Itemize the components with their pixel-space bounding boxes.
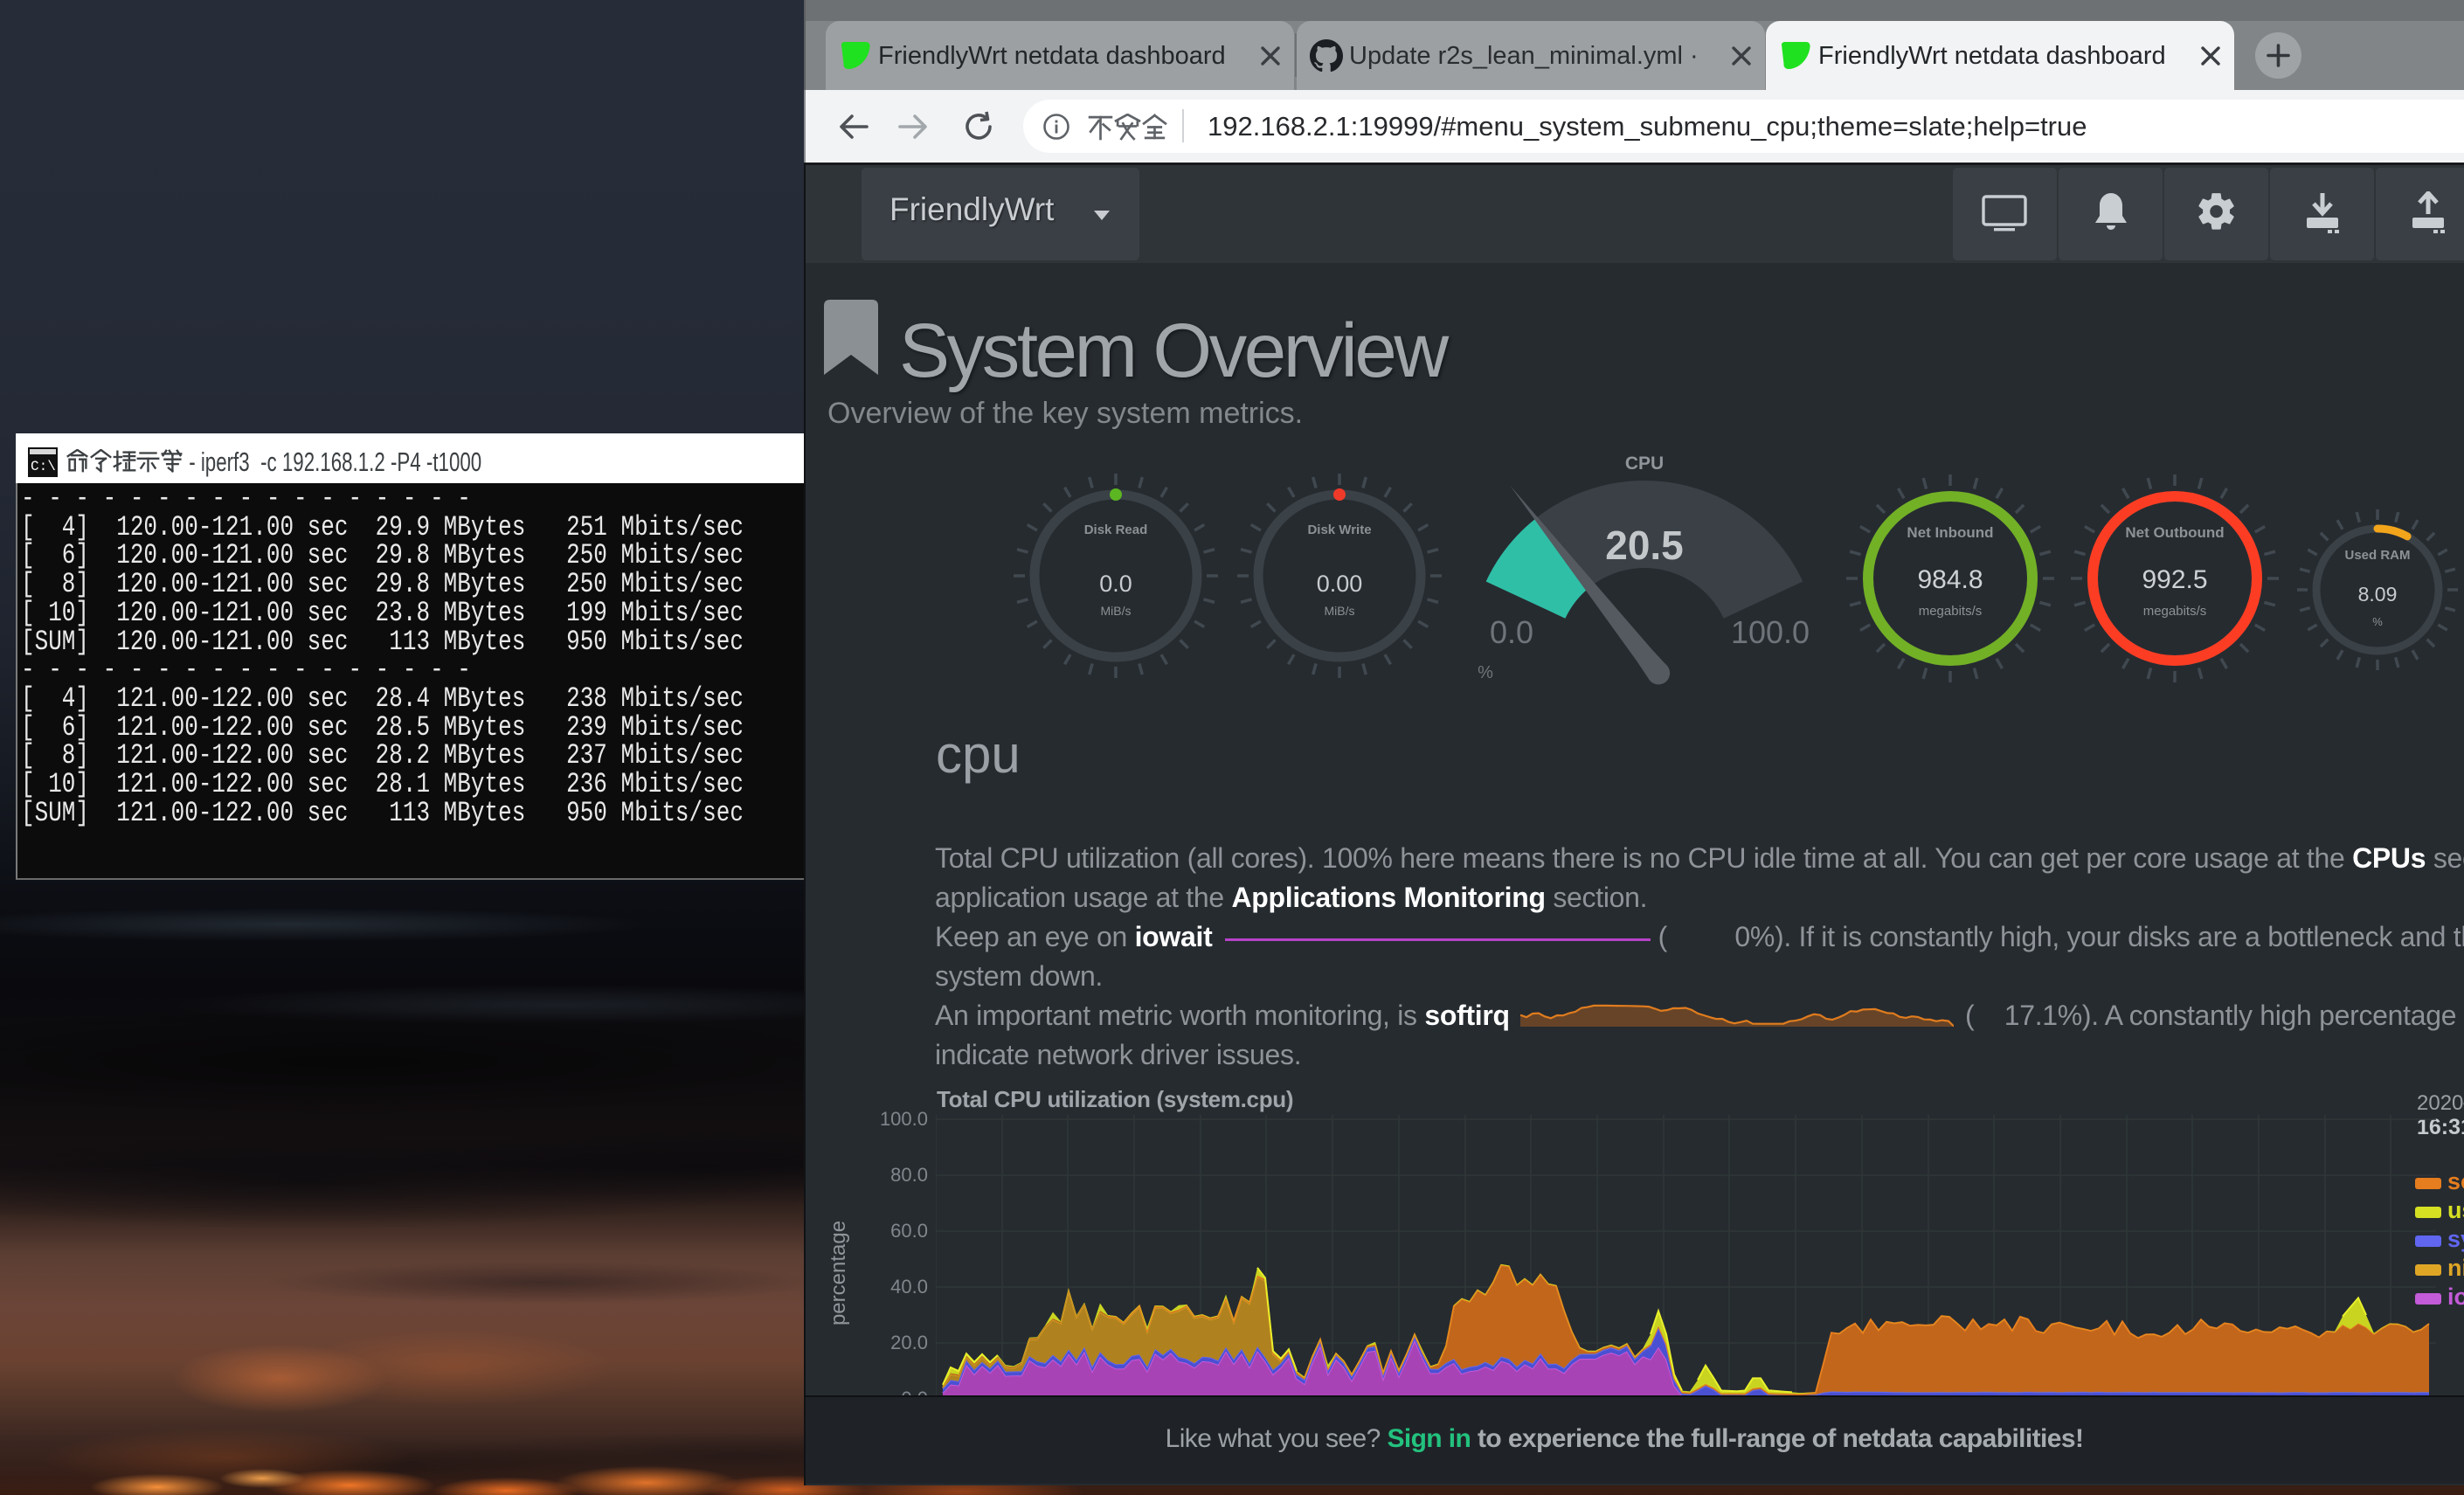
svg-text:%: % xyxy=(1478,663,1493,682)
svg-text:Net Outbound: Net Outbound xyxy=(2125,524,2224,541)
svg-text:992.5: 992.5 xyxy=(2142,565,2207,594)
svg-text:CPU: CPU xyxy=(1625,454,1664,474)
svg-text:100.0: 100.0 xyxy=(1731,614,1810,650)
svg-text:megabits/s: megabits/s xyxy=(1919,604,1983,619)
svg-text:C:\: C:\ xyxy=(31,459,56,474)
svg-text:8.09: 8.09 xyxy=(2358,583,2398,606)
svg-text:984.8: 984.8 xyxy=(1917,565,1983,594)
svg-text:Disk Write: Disk Write xyxy=(1307,523,1371,537)
svg-text:Used RAM: Used RAM xyxy=(2344,548,2410,563)
svg-text:0.0: 0.0 xyxy=(1099,571,1132,597)
svg-text:Net Inbound: Net Inbound xyxy=(1907,524,1993,541)
svg-text:Disk Read: Disk Read xyxy=(1084,523,1148,537)
svg-text:megabits/s: megabits/s xyxy=(2143,604,2207,619)
svg-text:0.0: 0.0 xyxy=(1490,614,1533,650)
svg-text:MiB/s: MiB/s xyxy=(1325,604,1355,618)
svg-text:%: % xyxy=(2372,615,2383,628)
svg-text:MiB/s: MiB/s xyxy=(1101,604,1132,618)
svg-text:20.5: 20.5 xyxy=(1605,523,1684,568)
svg-text:0.00: 0.00 xyxy=(1317,571,1363,597)
